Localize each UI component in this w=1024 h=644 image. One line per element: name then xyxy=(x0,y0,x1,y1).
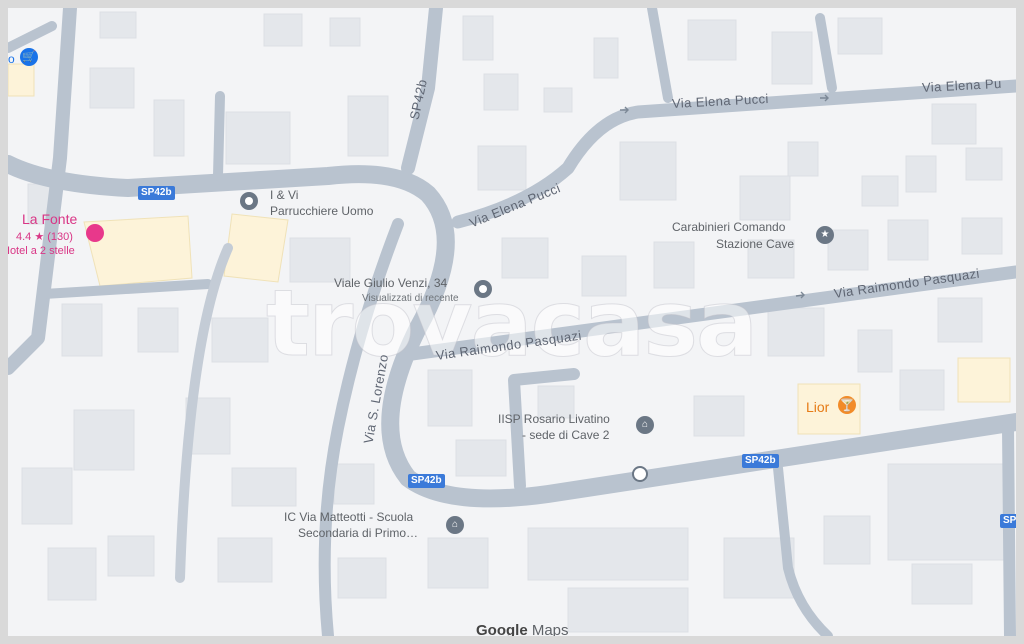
bus-stop-icon[interactable] xyxy=(632,466,648,482)
la-fonte-name[interactable]: La Fonte xyxy=(22,212,77,226)
bar-icon[interactable]: 🍸 xyxy=(838,396,856,414)
carabinieri-line2: Stazione Cave xyxy=(716,237,795,251)
pin-icon[interactable] xyxy=(474,280,492,298)
google-maps-logo: Google Maps xyxy=(476,622,569,636)
current-address: Viale Giulio Venzi, 34 xyxy=(334,276,448,290)
road-shield-sp42b: SP42b xyxy=(742,454,779,468)
police-icon[interactable]: ★ xyxy=(816,226,834,244)
lior-name: Lior xyxy=(806,399,830,415)
parrucchiere-line1: I & Vi xyxy=(270,188,299,202)
cart-icon[interactable]: 🛒 xyxy=(20,48,38,66)
shop-label: o xyxy=(8,52,15,66)
hotel-icon[interactable] xyxy=(86,224,104,242)
school-icon[interactable]: ⌂ xyxy=(636,416,654,434)
pin-icon[interactable] xyxy=(240,192,258,210)
ic-via-line1: IC Via Matteotti - Scuola xyxy=(284,510,414,524)
la-fonte-rating: 4.4 ★ (130) xyxy=(16,231,73,243)
iisp-line2: - sede di Cave 2 xyxy=(522,428,610,442)
map-frame: trovacasa SP42b Via Elena Pucci Via Elen… xyxy=(0,0,1024,644)
current-subtitle: Visualizzati di recente xyxy=(362,293,459,304)
ic-via-line2: Secondaria di Primo… xyxy=(298,526,419,540)
la-fonte-category: Hotel a 2 stelle xyxy=(8,245,75,257)
map-canvas[interactable]: trovacasa SP42b Via Elena Pucci Via Elen… xyxy=(8,8,1016,636)
iisp-line1: IISP Rosario Livatino xyxy=(498,412,610,426)
road-shield-sp: SP xyxy=(1000,514,1016,528)
parrucchiere-line2: Parrucchiere Uomo xyxy=(270,204,374,218)
carabinieri-line1: Carabinieri Comando xyxy=(672,220,786,234)
road-shield-sp42b: SP42b xyxy=(408,474,445,488)
school-icon[interactable]: ⌂ xyxy=(446,516,464,534)
road-shield-sp42b: SP42b xyxy=(138,186,175,200)
